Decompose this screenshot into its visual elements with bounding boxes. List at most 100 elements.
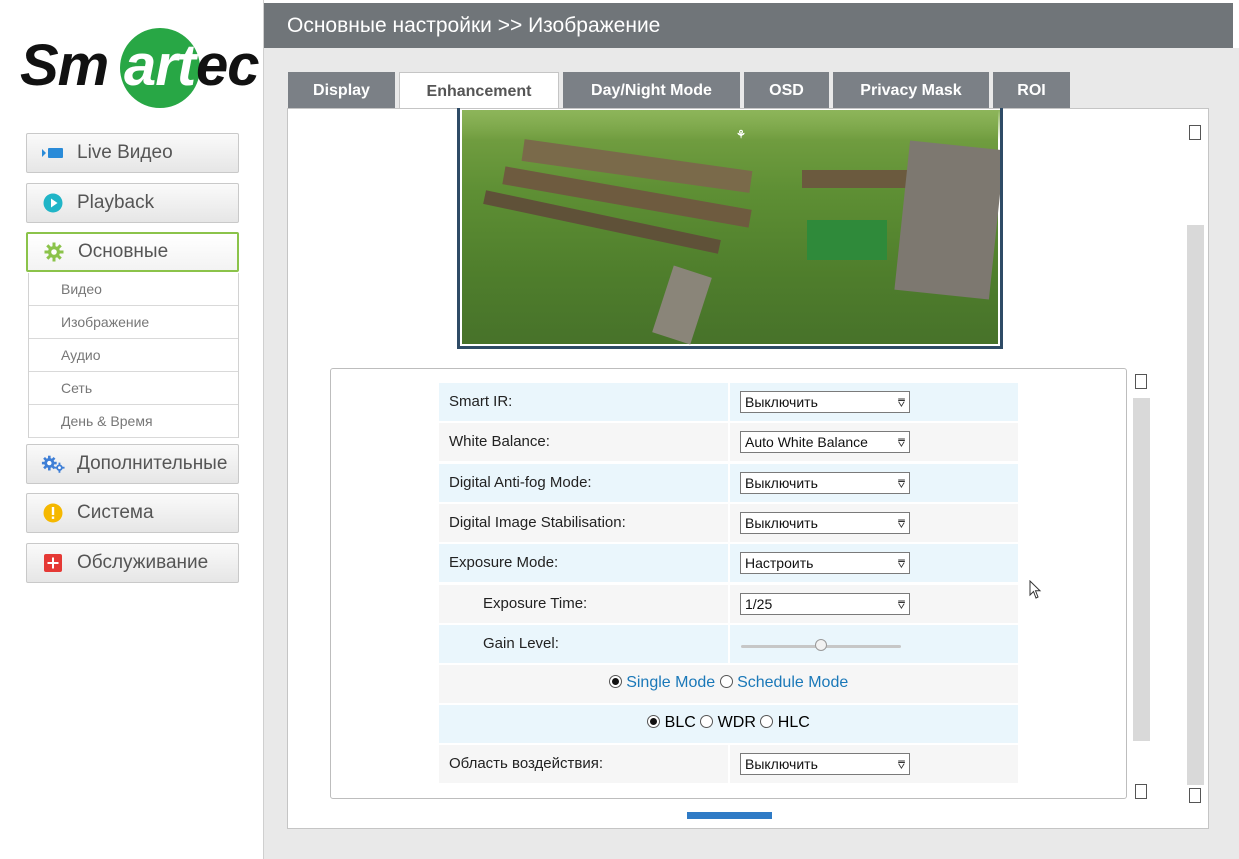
dropdown-icon: ⩢ [897, 758, 905, 772]
wdr-label: WDR [717, 714, 756, 731]
save-progress-bar[interactable] [687, 812, 772, 819]
nav-label: Обслуживание [77, 552, 209, 573]
wooden-board [652, 265, 712, 345]
fence [807, 220, 887, 260]
schedule-mode-radio[interactable] [719, 675, 733, 688]
nav-maintenance[interactable]: Обслуживание [26, 543, 239, 583]
submenu-item-image[interactable]: Изображение [29, 306, 238, 339]
nav-basic-settings[interactable]: Основные [26, 232, 239, 272]
hlc-radio[interactable] [760, 715, 774, 728]
backlight-radio-group: BLC WDR HLC [439, 714, 1018, 732]
outer-scrollbar-track[interactable] [1187, 225, 1204, 785]
gears-icon [41, 452, 65, 476]
nav-label: Дополнительные [77, 453, 228, 474]
dropdown-icon: ⩢ [897, 598, 905, 612]
smart-ir-select[interactable]: Выключить ⩢ [740, 391, 910, 413]
row-white-balance: White Balance: Auto White Balance ⩢ [439, 423, 1018, 461]
nav-live-video[interactable]: Live Видео [26, 133, 239, 173]
white-balance-label: White Balance: [449, 433, 550, 450]
page-title: Основные настройки >> Изображение [287, 14, 661, 37]
row-divider [728, 423, 730, 461]
tab-display[interactable]: Display [288, 72, 395, 109]
select-value: Выключить [745, 515, 818, 531]
logo-text-right: ec [196, 33, 260, 98]
inner-scroll-up-button[interactable] [1135, 374, 1147, 389]
camera-preview[interactable]: ⚘ [457, 108, 1003, 349]
logo-text-left: Sm [20, 33, 109, 98]
row-exposure-mode: Exposure Mode: Настроить ⩢ [439, 544, 1018, 582]
area-select[interactable]: Выключить ⩢ [740, 753, 910, 775]
select-value: Выключить [745, 475, 818, 491]
hlc-label: HLC [777, 714, 810, 731]
submenu-item-video[interactable]: Видео [29, 273, 238, 306]
nav-label: Основные [78, 241, 169, 262]
select-value: Auto White Balance [745, 434, 868, 450]
nav-label: Playback [77, 192, 155, 213]
smartec-logo: Sm art ec [20, 28, 260, 108]
anti-fog-label: Digital Anti-fog Mode: [449, 474, 592, 491]
shed [894, 140, 1000, 300]
submenu-item-date-time[interactable]: День & Время [29, 405, 238, 438]
grass-far [462, 110, 1000, 140]
row-anti-fog: Digital Anti-fog Mode: Выключить ⩢ [439, 464, 1018, 502]
tab-enhancement[interactable]: Enhancement [399, 72, 559, 110]
submenu-item-audio[interactable]: Аудио [29, 339, 238, 372]
inner-scrollbar-track[interactable] [1133, 398, 1150, 741]
smart-ir-label: Smart IR: [449, 393, 513, 410]
logo-text-mid: art [124, 33, 196, 98]
nav-system[interactable]: Система [26, 493, 239, 533]
camera-image: ⚘ [462, 110, 1000, 345]
blc-label: BLC [664, 714, 696, 731]
row-divider [728, 625, 730, 663]
tab-day-night-mode[interactable]: Day/Night Mode [563, 72, 740, 109]
tab-privacy-mask[interactable]: Privacy Mask [833, 72, 989, 109]
row-divider [728, 745, 730, 783]
gain-level-slider-thumb[interactable] [815, 639, 827, 651]
dropdown-icon: ⩢ [897, 557, 905, 571]
select-value: Настроить [745, 555, 814, 571]
exposure-time-select[interactable]: 1/25 ⩢ [740, 593, 910, 615]
select-value: 1/25 [745, 596, 773, 612]
inner-scroll-down-button[interactable] [1135, 784, 1147, 799]
stabilisation-select[interactable]: Выключить ⩢ [740, 512, 910, 534]
row-exposure-time: Exposure Time: 1/25 ⩢ [439, 585, 1018, 623]
plus-square-icon [41, 551, 65, 575]
gear-icon [42, 240, 66, 264]
warning-icon [41, 501, 65, 525]
area-label: Область воздействия: [449, 755, 604, 772]
dropdown-icon: ⩢ [897, 436, 905, 450]
page-header: Основные настройки >> Изображение [264, 3, 1233, 48]
playback-icon [41, 191, 65, 215]
wdr-radio[interactable] [700, 715, 714, 728]
exposure-mode-select[interactable]: Настроить ⩢ [740, 552, 910, 574]
select-value: Выключить [745, 756, 818, 772]
row-area: Область воздействия: Выключить ⩢ [439, 745, 1018, 783]
row-mode-select: Single Mode Schedule Mode [439, 665, 1018, 703]
nav-playback[interactable]: Playback [26, 183, 239, 223]
row-divider [728, 383, 730, 421]
submenu-item-network[interactable]: Сеть [29, 372, 238, 405]
mouse-cursor-icon [1029, 580, 1042, 599]
anti-fog-select[interactable]: Выключить ⩢ [740, 472, 910, 494]
dropdown-icon: ⩢ [897, 517, 905, 531]
gain-level-label: Gain Level: [483, 635, 559, 652]
basic-settings-submenu: Видео Изображение Аудио Сеть День & Врем… [28, 273, 239, 438]
tab-roi[interactable]: ROI [993, 72, 1070, 109]
select-value: Выключить [745, 394, 818, 410]
blc-radio[interactable] [647, 715, 661, 728]
stabilisation-label: Digital Image Stabilisation: [449, 514, 626, 531]
outer-scroll-up-button[interactable] [1189, 125, 1201, 140]
row-divider [728, 464, 730, 502]
nav-label: Live Видео [77, 142, 173, 163]
row-stabilisation: Digital Image Stabilisation: Выключить ⩢ [439, 504, 1018, 542]
exposure-time-label: Exposure Time: [483, 595, 588, 612]
exposure-mode-label: Exposure Mode: [449, 554, 559, 571]
row-divider [728, 585, 730, 623]
outer-scroll-down-button[interactable] [1189, 788, 1201, 803]
white-balance-select[interactable]: Auto White Balance ⩢ [740, 431, 910, 453]
nav-advanced[interactable]: Дополнительные [26, 444, 239, 484]
single-mode-label[interactable]: Single Mode [626, 674, 715, 691]
tab-osd[interactable]: OSD [744, 72, 829, 109]
single-mode-radio[interactable] [608, 675, 622, 688]
schedule-mode-label[interactable]: Schedule Mode [737, 674, 848, 691]
